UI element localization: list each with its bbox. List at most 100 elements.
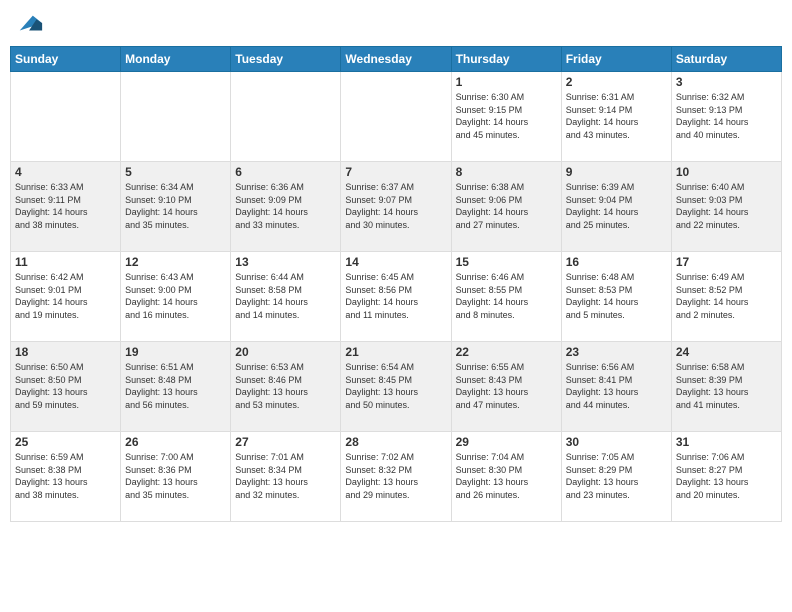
calendar-cell: 5 Sunrise: 6:34 AM Sunset: 9:10 PM Daylig…: [121, 162, 231, 252]
calendar-cell: 13Sunrise: 6:44 AM Sunset: 8:58 PM Dayli…: [231, 252, 341, 342]
header: [10, 10, 782, 38]
day-number: 2: [566, 75, 667, 89]
day-info: Sunrise: 6:43 AM Sunset: 9:00 PM Dayligh…: [125, 271, 226, 321]
day-info: Sunrise: 7:01 AM Sunset: 8:34 PM Dayligh…: [235, 451, 336, 501]
calendar-cell: 6 Sunrise: 6:36 AM Sunset: 9:09 PM Daylig…: [231, 162, 341, 252]
calendar-cell: 24Sunrise: 6:58 AM Sunset: 8:39 PM Dayli…: [671, 342, 781, 432]
calendar-week-row: 11 Sunrise: 6:42 AM Sunset: 9:01 PM Dayli…: [11, 252, 782, 342]
logo-icon: [16, 10, 44, 38]
day-number: 8: [456, 165, 557, 179]
calendar-cell: [341, 72, 451, 162]
day-number: 5: [125, 165, 226, 179]
day-number: 13: [235, 255, 336, 269]
calendar-cell: [11, 72, 121, 162]
day-info: Sunrise: 6:58 AM Sunset: 8:39 PM Dayligh…: [676, 361, 777, 411]
calendar-cell: 25Sunrise: 6:59 AM Sunset: 8:38 PM Dayli…: [11, 432, 121, 522]
day-number: 19: [125, 345, 226, 359]
day-info: Sunrise: 6:53 AM Sunset: 8:46 PM Dayligh…: [235, 361, 336, 411]
day-info: Sunrise: 6:55 AM Sunset: 8:43 PM Dayligh…: [456, 361, 557, 411]
calendar-day-header: Thursday: [451, 47, 561, 72]
calendar-cell: 3Sunrise: 6:32 AM Sunset: 9:13 PM Daylig…: [671, 72, 781, 162]
day-number: 14: [345, 255, 446, 269]
day-number: 11: [15, 255, 116, 269]
calendar-week-row: 25Sunrise: 6:59 AM Sunset: 8:38 PM Dayli…: [11, 432, 782, 522]
calendar-cell: 10 Sunrise: 6:40 AM Sunset: 9:03 PM Dayli…: [671, 162, 781, 252]
calendar-cell: 18Sunrise: 6:50 AM Sunset: 8:50 PM Dayli…: [11, 342, 121, 432]
calendar-week-row: 18Sunrise: 6:50 AM Sunset: 8:50 PM Dayli…: [11, 342, 782, 432]
day-info: Sunrise: 7:02 AM Sunset: 8:32 PM Dayligh…: [345, 451, 446, 501]
day-number: 6: [235, 165, 336, 179]
calendar-day-header: Friday: [561, 47, 671, 72]
calendar-cell: 30 Sunrise: 7:05 AM Sunset: 8:29 PM Dayli…: [561, 432, 671, 522]
calendar-cell: 28 Sunrise: 7:02 AM Sunset: 8:32 PM Dayli…: [341, 432, 451, 522]
day-info: Sunrise: 6:34 AM Sunset: 9:10 PM Dayligh…: [125, 181, 226, 231]
calendar-cell: 22 Sunrise: 6:55 AM Sunset: 8:43 PM Dayli…: [451, 342, 561, 432]
day-info: Sunrise: 6:30 AM Sunset: 9:15 PM Dayligh…: [456, 91, 557, 141]
day-info: Sunrise: 6:46 AM Sunset: 8:55 PM Dayligh…: [456, 271, 557, 321]
day-number: 12: [125, 255, 226, 269]
day-info: Sunrise: 6:36 AM Sunset: 9:09 PM Dayligh…: [235, 181, 336, 231]
day-number: 16: [566, 255, 667, 269]
calendar-cell: [121, 72, 231, 162]
calendar-header-row: SundayMondayTuesdayWednesdayThursdayFrid…: [11, 47, 782, 72]
day-info: Sunrise: 7:05 AM Sunset: 8:29 PM Dayligh…: [566, 451, 667, 501]
day-number: 3: [676, 75, 777, 89]
day-number: 7: [345, 165, 446, 179]
day-info: Sunrise: 6:40 AM Sunset: 9:03 PM Dayligh…: [676, 181, 777, 231]
calendar-cell: 15Sunrise: 6:46 AM Sunset: 8:55 PM Dayli…: [451, 252, 561, 342]
calendar-day-header: Tuesday: [231, 47, 341, 72]
day-number: 29: [456, 435, 557, 449]
day-number: 30: [566, 435, 667, 449]
calendar-cell: 12 Sunrise: 6:43 AM Sunset: 9:00 PM Dayli…: [121, 252, 231, 342]
calendar-day-header: Wednesday: [341, 47, 451, 72]
day-number: 20: [235, 345, 336, 359]
day-info: Sunrise: 6:48 AM Sunset: 8:53 PM Dayligh…: [566, 271, 667, 321]
day-info: Sunrise: 6:42 AM Sunset: 9:01 PM Dayligh…: [15, 271, 116, 321]
calendar-day-header: Sunday: [11, 47, 121, 72]
calendar-cell: 26 Sunrise: 7:00 AM Sunset: 8:36 PM Dayli…: [121, 432, 231, 522]
calendar-cell: 7Sunrise: 6:37 AM Sunset: 9:07 PM Daylig…: [341, 162, 451, 252]
day-info: Sunrise: 6:49 AM Sunset: 8:52 PM Dayligh…: [676, 271, 777, 321]
calendar-cell: 2Sunrise: 6:31 AM Sunset: 9:14 PM Daylig…: [561, 72, 671, 162]
calendar-cell: 9 Sunrise: 6:39 AM Sunset: 9:04 PM Daylig…: [561, 162, 671, 252]
day-number: 17: [676, 255, 777, 269]
day-number: 26: [125, 435, 226, 449]
day-info: Sunrise: 6:54 AM Sunset: 8:45 PM Dayligh…: [345, 361, 446, 411]
calendar-cell: [231, 72, 341, 162]
day-number: 10: [676, 165, 777, 179]
calendar-cell: 27Sunrise: 7:01 AM Sunset: 8:34 PM Dayli…: [231, 432, 341, 522]
day-info: Sunrise: 6:45 AM Sunset: 8:56 PM Dayligh…: [345, 271, 446, 321]
day-number: 23: [566, 345, 667, 359]
calendar-cell: 19 Sunrise: 6:51 AM Sunset: 8:48 PM Dayli…: [121, 342, 231, 432]
calendar-cell: 16 Sunrise: 6:48 AM Sunset: 8:53 PM Dayli…: [561, 252, 671, 342]
calendar-cell: 17 Sunrise: 6:49 AM Sunset: 8:52 PM Dayli…: [671, 252, 781, 342]
day-info: Sunrise: 6:38 AM Sunset: 9:06 PM Dayligh…: [456, 181, 557, 231]
day-number: 22: [456, 345, 557, 359]
calendar-cell: 11 Sunrise: 6:42 AM Sunset: 9:01 PM Dayli…: [11, 252, 121, 342]
calendar-cell: 4 Sunrise: 6:33 AM Sunset: 9:11 PM Daylig…: [11, 162, 121, 252]
calendar-cell: 29 Sunrise: 7:04 AM Sunset: 8:30 PM Dayli…: [451, 432, 561, 522]
day-info: Sunrise: 7:00 AM Sunset: 8:36 PM Dayligh…: [125, 451, 226, 501]
day-number: 9: [566, 165, 667, 179]
day-info: Sunrise: 7:04 AM Sunset: 8:30 PM Dayligh…: [456, 451, 557, 501]
calendar-week-row: 4 Sunrise: 6:33 AM Sunset: 9:11 PM Daylig…: [11, 162, 782, 252]
page: SundayMondayTuesdayWednesdayThursdayFrid…: [0, 0, 792, 532]
calendar-cell: 31 Sunrise: 7:06 AM Sunset: 8:27 PM Dayli…: [671, 432, 781, 522]
calendar-cell: 8 Sunrise: 6:38 AM Sunset: 9:06 PM Daylig…: [451, 162, 561, 252]
day-number: 1: [456, 75, 557, 89]
day-info: Sunrise: 6:50 AM Sunset: 8:50 PM Dayligh…: [15, 361, 116, 411]
day-info: Sunrise: 7:06 AM Sunset: 8:27 PM Dayligh…: [676, 451, 777, 501]
day-info: Sunrise: 6:59 AM Sunset: 8:38 PM Dayligh…: [15, 451, 116, 501]
day-info: Sunrise: 6:33 AM Sunset: 9:11 PM Dayligh…: [15, 181, 116, 231]
day-number: 4: [15, 165, 116, 179]
day-info: Sunrise: 6:56 AM Sunset: 8:41 PM Dayligh…: [566, 361, 667, 411]
calendar-cell: 21Sunrise: 6:54 AM Sunset: 8:45 PM Dayli…: [341, 342, 451, 432]
calendar-cell: 14 Sunrise: 6:45 AM Sunset: 8:56 PM Dayli…: [341, 252, 451, 342]
calendar-cell: 23 Sunrise: 6:56 AM Sunset: 8:41 PM Dayli…: [561, 342, 671, 432]
day-number: 28: [345, 435, 446, 449]
calendar-day-header: Saturday: [671, 47, 781, 72]
calendar-week-row: 1 Sunrise: 6:30 AM Sunset: 9:15 PM Daylig…: [11, 72, 782, 162]
day-info: Sunrise: 6:51 AM Sunset: 8:48 PM Dayligh…: [125, 361, 226, 411]
day-number: 31: [676, 435, 777, 449]
day-info: Sunrise: 6:39 AM Sunset: 9:04 PM Dayligh…: [566, 181, 667, 231]
